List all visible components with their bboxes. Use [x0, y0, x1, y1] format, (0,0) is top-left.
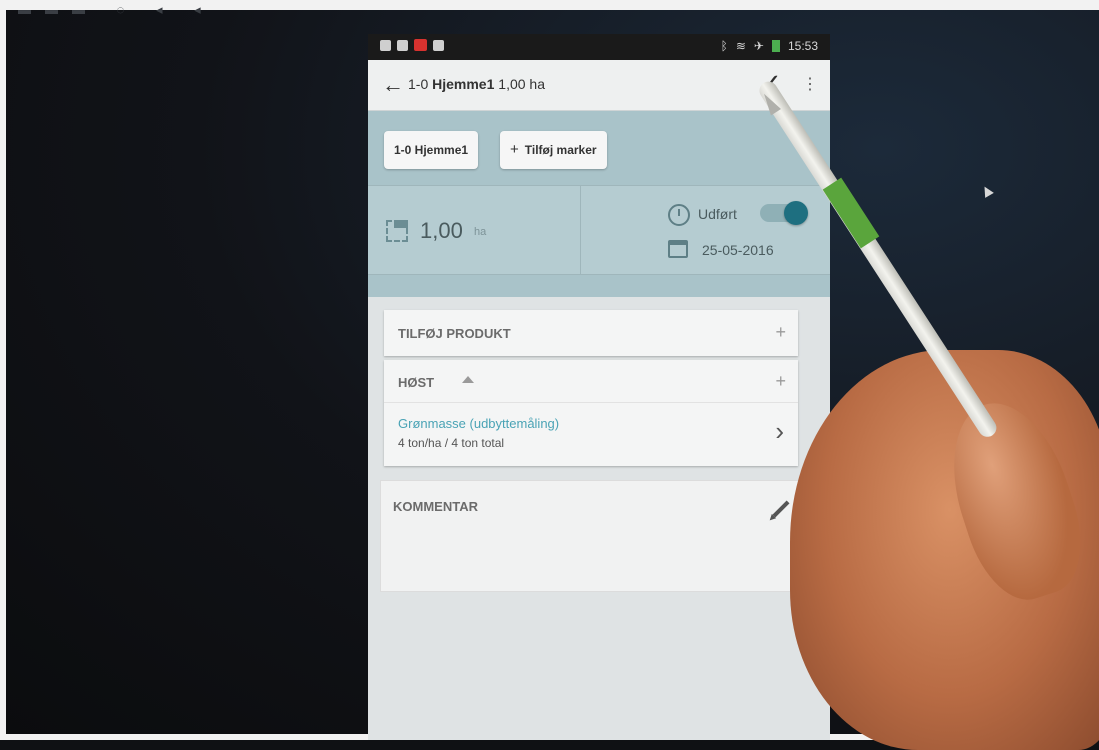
battery-icon [771, 40, 780, 52]
airplane-mode-icon: ✈ [753, 39, 764, 53]
notification-icon [397, 39, 408, 51]
overflow-menu-icon[interactable]: ⋮ [802, 74, 818, 94]
harvest-card: HØST + Grønmasse (udbyttemåling) 4 ton/h… [384, 360, 798, 466]
tablet-screen: ᛒ ≋ ✈ 15:53 ← 1-0 Hjemme1 1,00 ha ✓ ⋮ 1-… [368, 34, 830, 740]
photo-border-left [0, 0, 6, 740]
video-notification-icon [414, 39, 427, 51]
harvest-label: HØST [398, 375, 435, 390]
comment-card[interactable]: KOMMENTAR [380, 480, 806, 592]
area-status-row: 1,00 ha Udført 25-05-2016 [368, 185, 830, 275]
field-area: 1,00 ha [498, 76, 545, 92]
date-value[interactable]: 25-05-2016 [702, 242, 774, 258]
status-notification-icons [380, 39, 444, 51]
done-toggle[interactable] [760, 201, 808, 225]
field-name: Hjemme1 [432, 76, 495, 92]
notification-icon [380, 39, 391, 51]
add-product-row[interactable]: TILFØJ PRODUKT + [384, 310, 798, 356]
status-bar: ᛒ ≋ ✈ 15:53 [368, 34, 830, 60]
harvest-header[interactable]: HØST + [384, 360, 798, 403]
divider [580, 186, 581, 274]
bluetooth-icon: ᛒ [720, 39, 728, 53]
chevron-right-icon[interactable]: › [775, 416, 784, 447]
notification-icon [433, 39, 444, 51]
empty-area [368, 600, 830, 740]
plus-icon[interactable]: + [775, 371, 786, 392]
page-title: 1-0 Hjemme1 1,00 ha [408, 76, 545, 92]
add-fields-button[interactable]: + Tilføj marker [500, 131, 607, 169]
plus-icon[interactable]: + [775, 322, 786, 343]
toggle-knob [784, 201, 808, 225]
field-summary-panel: 1-0 Hjemme1 + Tilføj marker 1,00 ha Udfør… [368, 111, 830, 297]
back-arrow-icon[interactable]: ← [382, 72, 404, 98]
add-fields-label: Tilføj marker [524, 143, 597, 157]
status-time: 15:53 [787, 39, 818, 53]
plus-icon: + [510, 141, 519, 158]
collapse-triangle-icon[interactable] [462, 376, 474, 383]
clock-icon [668, 204, 690, 226]
wifi-icon: ≋ [735, 39, 746, 53]
calendar-icon [668, 240, 688, 258]
status-label: Udført [698, 206, 737, 222]
measurement-value: 4 ton/ha / 4 ton total [398, 436, 505, 450]
dim-taskbar-icons: ▬▬▬ ◌ ◂ ◂ [18, 2, 215, 17]
field-chip[interactable]: 1-0 Hjemme1 [384, 131, 479, 169]
comment-label: KOMMENTAR [393, 499, 478, 514]
measurement-name[interactable]: Grønmasse (udbyttemåling) [398, 416, 559, 431]
pencil-icon[interactable] [772, 500, 790, 518]
area-value: 1,00 [420, 218, 463, 243]
area-icon [386, 220, 408, 242]
add-product-label: TILFØJ PRODUKT [398, 326, 511, 341]
area-unit: ha [474, 226, 487, 238]
status-system-icons: ᛒ ≋ ✈ 15:53 [721, 39, 818, 53]
field-prefix: 1-0 [408, 76, 429, 92]
